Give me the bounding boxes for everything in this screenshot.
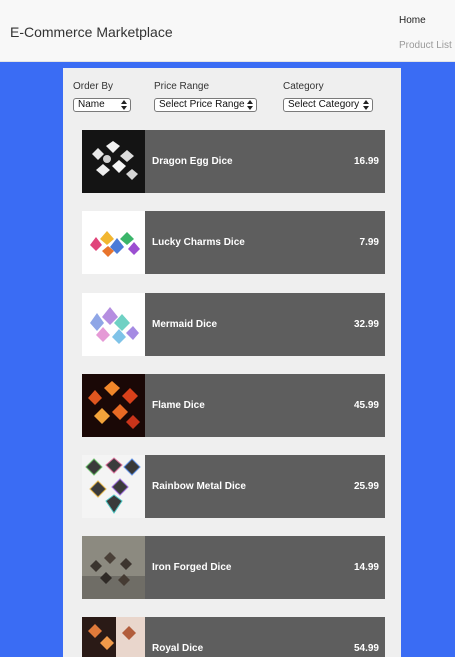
product-image[interactable] bbox=[82, 293, 145, 356]
category-select[interactable]: Select Category bbox=[283, 98, 373, 112]
product-price: 16.99 bbox=[353, 156, 379, 167]
brand-title[interactable]: E-Commerce Marketplace bbox=[10, 24, 173, 40]
order-by-label: Order By bbox=[73, 81, 114, 92]
product-image[interactable] bbox=[82, 617, 145, 657]
product-card[interactable]: Royal Dice 54.99 bbox=[82, 617, 385, 657]
product-price: 54.99 bbox=[353, 643, 379, 654]
product-name[interactable]: Rainbow Metal Dice bbox=[152, 481, 246, 492]
product-image[interactable] bbox=[82, 211, 145, 274]
select-arrows-icon bbox=[121, 100, 127, 110]
select-arrows-icon bbox=[247, 100, 253, 110]
product-card[interactable]: Iron Forged Dice 14.99 bbox=[82, 536, 385, 599]
select-arrows-icon bbox=[363, 100, 369, 110]
price-range-selected: Select Price Range bbox=[159, 99, 245, 110]
product-name[interactable]: Mermaid Dice bbox=[152, 319, 217, 330]
product-name[interactable]: Lucky Charms Dice bbox=[152, 237, 245, 248]
product-image[interactable] bbox=[82, 374, 145, 437]
product-card[interactable]: Rainbow Metal Dice 25.99 bbox=[82, 455, 385, 518]
product-panel: Order By Name Price Range Select Price R… bbox=[63, 68, 401, 657]
product-image[interactable] bbox=[82, 536, 145, 599]
order-by-selected: Name bbox=[78, 99, 105, 110]
product-card[interactable]: Lucky Charms Dice 7.99 bbox=[82, 211, 385, 274]
product-image[interactable] bbox=[82, 130, 145, 193]
nav-link-home[interactable]: Home bbox=[399, 15, 426, 26]
product-price: 25.99 bbox=[353, 481, 379, 492]
product-price: 14.99 bbox=[353, 562, 379, 573]
category-label: Category bbox=[283, 81, 324, 92]
product-card[interactable]: Mermaid Dice 32.99 bbox=[82, 293, 385, 356]
filter-bar: Order By Name Price Range Select Price R… bbox=[63, 68, 401, 123]
nav-link-product-list[interactable]: Product List bbox=[399, 40, 452, 51]
product-price: 7.99 bbox=[359, 237, 379, 248]
top-navbar: E-Commerce Marketplace Home Product List bbox=[0, 0, 455, 62]
product-price: 32.99 bbox=[353, 319, 379, 330]
product-name[interactable]: Dragon Egg Dice bbox=[152, 156, 233, 167]
product-card[interactable]: Flame Dice 45.99 bbox=[82, 374, 385, 437]
product-price: 45.99 bbox=[353, 400, 379, 411]
category-selected: Select Category bbox=[288, 99, 360, 110]
product-name[interactable]: Royal Dice bbox=[152, 643, 203, 654]
order-by-select[interactable]: Name bbox=[73, 98, 131, 112]
product-card[interactable]: Dragon Egg Dice 16.99 bbox=[82, 130, 385, 193]
price-range-select[interactable]: Select Price Range bbox=[154, 98, 257, 112]
price-range-label: Price Range bbox=[154, 81, 210, 92]
product-name[interactable]: Flame Dice bbox=[152, 400, 205, 411]
product-image[interactable] bbox=[82, 455, 145, 518]
product-name[interactable]: Iron Forged Dice bbox=[152, 562, 231, 573]
